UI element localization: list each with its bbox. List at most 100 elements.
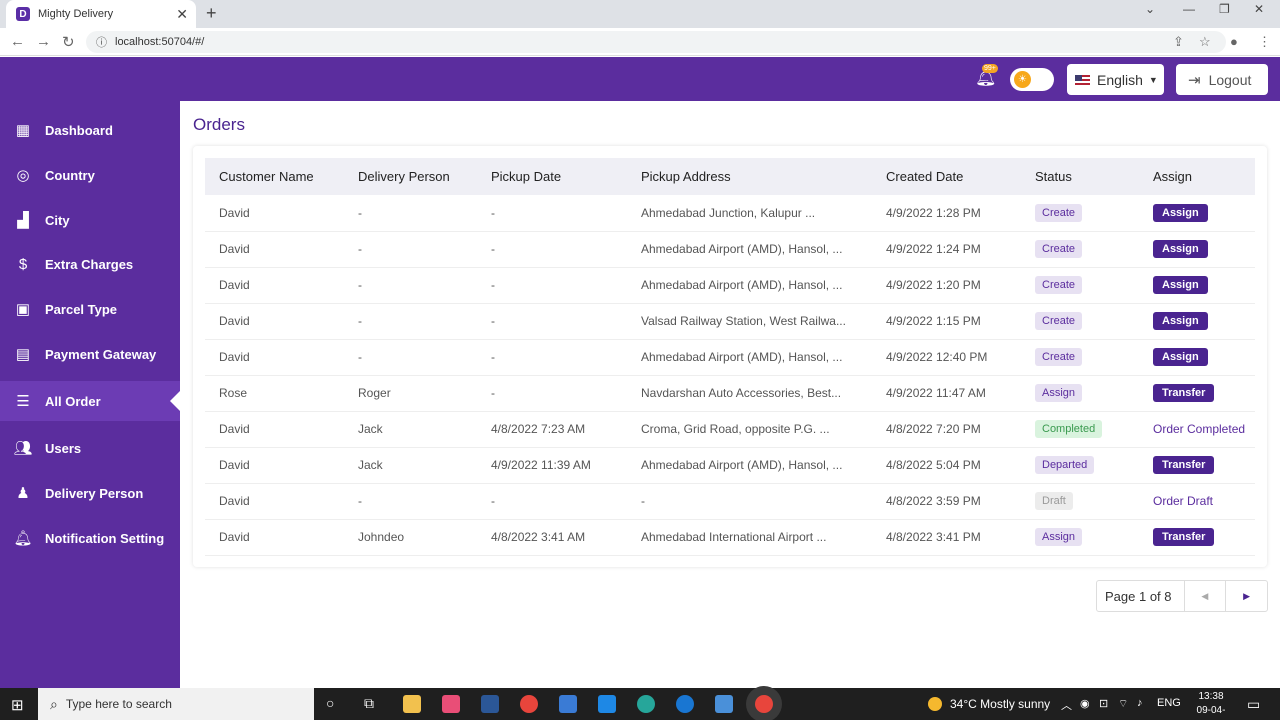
back-icon[interactable]: ←	[10, 33, 25, 50]
file-explorer-icon[interactable]	[403, 695, 421, 713]
assign-button[interactable]: Assign	[1153, 240, 1208, 258]
clock-time: 13:38	[1198, 691, 1224, 702]
sidebar-item-label: Parcel Type	[45, 301, 118, 317]
sidebar-item-dashboard[interactable]: ▦ Dashboard	[0, 110, 180, 150]
clickup-icon[interactable]	[442, 695, 460, 713]
pickup-address-cell: Ahmedabad Airport (AMD), Hansol, ...	[641, 458, 843, 472]
action-center-icon[interactable]: ▭	[1247, 696, 1260, 713]
taskbar-clock[interactable]: 13:38 09-04-2022	[1186, 690, 1236, 720]
wifi-icon[interactable]: ⌔	[1118, 697, 1128, 711]
share-icon[interactable]: ⇪	[1173, 34, 1184, 50]
prev-page-icon[interactable]: ◀	[1183, 581, 1226, 611]
chrome-icon[interactable]	[520, 695, 538, 713]
new-tab-icon[interactable]: +	[206, 3, 217, 24]
table-row: David Jack 4/8/2022 7:23 AM Croma, Grid Roa…	[205, 411, 1255, 447]
restore-icon[interactable]: ❐	[1219, 2, 1230, 16]
delivery-person-icon: ♟	[16, 485, 30, 502]
cortana-icon[interactable]: ○	[326, 695, 334, 711]
url-field[interactable]: ⓘ localhost:50704/#/	[86, 31, 1226, 53]
column-header[interactable]: Customer Name	[205, 158, 344, 195]
info-icon[interactable]: ⓘ	[96, 34, 107, 50]
status-badge: Create	[1035, 240, 1083, 258]
customer-name-cell: David	[219, 242, 250, 256]
sidebar-item-notification-setting[interactable]: 🔔︎ Notification Setting	[0, 518, 180, 558]
theme-toggle[interactable]: ☀	[1010, 68, 1054, 91]
column-header[interactable]: Status	[1021, 158, 1139, 195]
app-icon[interactable]	[676, 695, 694, 713]
pickup-date-cell: -	[491, 350, 495, 364]
minimize-icon[interactable]: —	[1183, 2, 1195, 16]
city-icon: ▟	[17, 212, 29, 229]
browser-tab[interactable]: D Mighty Delivery ✕	[6, 0, 196, 28]
logout-icon: ⇥	[1188, 71, 1201, 89]
photos-icon[interactable]	[715, 695, 733, 713]
tray-network-icon[interactable]: ⊡	[1099, 697, 1108, 710]
weather-widget[interactable]: 34°C Mostly sunny	[928, 697, 1050, 711]
pickup-date-cell: 4/8/2022 3:41 AM	[491, 530, 586, 544]
column-header[interactable]: Created Date	[872, 158, 1021, 195]
edge-icon[interactable]	[637, 695, 655, 713]
volume-icon[interactable]: ♪	[1137, 697, 1143, 709]
transfer-button[interactable]: Transfer	[1153, 456, 1215, 474]
browser-tab-bar: D Mighty Delivery ✕ + ⌄ — ❐ ✕	[0, 0, 1280, 28]
language-dropdown[interactable]: English ▼	[1067, 64, 1164, 95]
windows-start-icon[interactable]: ⊞	[11, 696, 24, 714]
assign-cell: Transfer	[1139, 447, 1255, 483]
assign-button[interactable]: Assign	[1153, 312, 1208, 330]
column-header[interactable]: Delivery Person	[344, 158, 477, 195]
pickup-date-cell: -	[491, 494, 495, 508]
next-page-icon[interactable]: ▶	[1225, 581, 1267, 611]
column-header[interactable]: Assign	[1139, 158, 1255, 195]
table-row: David - - Ahmedabad Airport (AMD), Hansol, …	[205, 339, 1255, 375]
assign-cell: Order Completed	[1139, 411, 1255, 447]
created-date-cell: 4/9/2022 12:40 PM	[886, 350, 988, 364]
assign-button[interactable]: Assign	[1153, 348, 1208, 366]
chrome-active-icon[interactable]	[755, 695, 773, 713]
close-tab-icon[interactable]: ✕	[176, 6, 188, 23]
delivery-person-cell: Jack	[358, 422, 383, 436]
assign-button[interactable]: Assign	[1153, 276, 1208, 294]
bookmark-star-icon[interactable]: ☆	[1199, 34, 1211, 50]
column-header[interactable]: Pickup Address	[627, 158, 872, 195]
customer-name-cell: David	[219, 458, 250, 472]
tray-app-icon[interactable]: ◉	[1080, 697, 1090, 710]
sidebar-item-extra-charges[interactable]: $ Extra Charges	[0, 244, 180, 284]
column-header[interactable]: Pickup Date	[477, 158, 627, 195]
page-indicator: Page 1 of 8	[1105, 588, 1172, 604]
transfer-button[interactable]: Transfer	[1153, 384, 1215, 402]
sidebar-item-country[interactable]: ◎ Country	[0, 155, 180, 195]
transfer-button[interactable]: Transfer	[1153, 528, 1215, 546]
status-cell: Departed	[1021, 447, 1139, 483]
tray-chevron-icon[interactable]: ︿	[1061, 697, 1072, 713]
sidebar-item-parcel-type[interactable]: ▣ Parcel Type	[0, 289, 180, 329]
sidebar-item-label: All Order	[45, 393, 101, 409]
sidebar-item-city[interactable]: ▟ City	[0, 200, 180, 240]
tab-search-icon[interactable]: ⌄	[1145, 2, 1155, 16]
delivery-person-cell: -	[358, 278, 362, 292]
mail-icon[interactable]	[598, 695, 616, 713]
sidebar-item-delivery-person[interactable]: ♟ Delivery Person	[0, 473, 180, 513]
close-window-icon[interactable]: ✕	[1254, 2, 1264, 16]
assign-button[interactable]: Assign	[1153, 203, 1208, 222]
language-indicator[interactable]: ENG	[1157, 697, 1181, 709]
forward-icon[interactable]: →	[36, 33, 51, 50]
status-cell: Assign	[1021, 375, 1139, 411]
word-icon[interactable]	[481, 695, 499, 713]
sidebar-item-label: Payment Gateway	[45, 346, 157, 362]
task-view-icon[interactable]: ⧉	[364, 695, 374, 712]
customer-name-cell: David	[219, 278, 250, 292]
taskbar-search-input[interactable]: ⌕ Type here to search	[38, 688, 314, 720]
logout-button[interactable]: ⇥ Logout	[1176, 64, 1268, 95]
store-icon[interactable]	[559, 695, 577, 713]
created-date-cell: 4/9/2022 1:20 PM	[886, 278, 981, 292]
table-header-row: Customer Name Delivery Person Pickup Dat…	[205, 158, 1255, 195]
pickup-address-cell: Ahmedabad Airport (AMD), Hansol, ...	[641, 242, 843, 256]
reload-icon[interactable]: ↻	[62, 33, 75, 51]
created-date-cell: 4/8/2022 7:20 PM	[886, 422, 981, 436]
sidebar-item-payment-gateway[interactable]: ▤ Payment Gateway	[0, 334, 180, 374]
menu-dots-icon[interactable]: ⋮	[1258, 34, 1271, 50]
sidebar-item-users[interactable]: 👥︎ Users	[0, 428, 180, 468]
sidebar-item-all-order[interactable]: ☰ All Order	[0, 381, 180, 421]
created-date-cell: 4/8/2022 5:04 PM	[886, 458, 981, 472]
profile-icon[interactable]: ●	[1230, 34, 1238, 49]
